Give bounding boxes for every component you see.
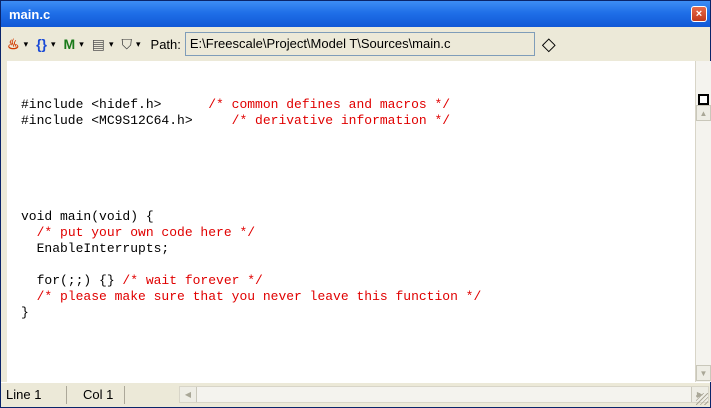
line-indicator: Line 1 bbox=[1, 386, 67, 404]
close-button[interactable]: × bbox=[691, 6, 707, 22]
editor-top-area bbox=[7, 61, 695, 86]
code-line[interactable] bbox=[21, 129, 481, 145]
chevron-down-icon[interactable]: ▾ bbox=[136, 39, 141, 50]
code-line[interactable]: #include <MC9S12C64.h> /* derivative inf… bbox=[21, 113, 481, 129]
horizontal-scrollbar[interactable]: ◀ ▶ bbox=[179, 386, 709, 403]
col-indicator: Col 1 bbox=[67, 386, 125, 404]
scroll-down-button[interactable]: ▼ bbox=[696, 365, 711, 381]
code-text: } bbox=[21, 305, 29, 320]
vertical-scrollbar[interactable]: ▲ ▼ bbox=[695, 61, 711, 382]
marker-tool-button[interactable]: M ▾ bbox=[64, 36, 84, 52]
code-comment: /* derivative information */ bbox=[231, 113, 451, 128]
flame-tool-button[interactable]: ♨ ▾ bbox=[7, 36, 28, 53]
split-box-icon[interactable] bbox=[698, 94, 709, 105]
window-title: main.c bbox=[9, 6, 51, 22]
code-line[interactable]: for(;;) {} /* wait forever */ bbox=[21, 273, 481, 289]
code-line[interactable]: /* please make sure that you never leave… bbox=[21, 289, 482, 305]
toolbar: ♨ ▾ {} ▾ M ▾ ▤ ▾ ⛉ ▾ Path: E:\Freescale\… bbox=[1, 27, 710, 61]
code-line[interactable] bbox=[21, 193, 481, 209]
resize-grip-icon[interactable] bbox=[696, 393, 708, 405]
document-tool-button[interactable]: ▤ ▾ bbox=[92, 36, 114, 53]
diamond-icon[interactable]: ◇ bbox=[542, 34, 556, 55]
path-label: Path: bbox=[150, 36, 181, 52]
flame-icon: ♨ bbox=[7, 35, 20, 52]
code-text: for(;;) {} bbox=[21, 273, 123, 288]
code-text: EnableInterrupts; bbox=[21, 241, 170, 256]
code-text: #include <hidef.h> bbox=[21, 97, 209, 112]
chevron-down-icon[interactable]: ▾ bbox=[79, 39, 84, 50]
title-bar[interactable]: main.c × bbox=[1, 1, 710, 27]
lock-tool-button[interactable]: ⛉ ▾ bbox=[122, 36, 141, 53]
code-line[interactable] bbox=[21, 257, 481, 273]
code-line[interactable] bbox=[21, 161, 481, 177]
path-field[interactable]: E:\Freescale\Project\Model T\Sources\mai… bbox=[184, 32, 535, 56]
chevron-down-icon[interactable]: ▾ bbox=[51, 39, 56, 50]
code-comment: /* wait forever */ bbox=[122, 273, 263, 288]
code-line[interactable]: /* put your own code here */ bbox=[21, 225, 481, 241]
lock-icon: ⛉ bbox=[121, 35, 133, 52]
braces-icon: {} bbox=[36, 36, 47, 52]
code-text: void main(void) { bbox=[21, 209, 154, 224]
code-line[interactable]: EnableInterrupts; bbox=[21, 241, 481, 257]
editor-window: main.c × ♨ ▾ {} ▾ M ▾ ▤ ▾ ⛉ ▾ Path: E:\F… bbox=[0, 0, 711, 408]
chevron-down-icon[interactable]: ▾ bbox=[109, 39, 114, 50]
code-comment: /* common defines and macros */ bbox=[208, 97, 451, 112]
code-text: #include <MC9S12C64.h> bbox=[21, 113, 232, 128]
code-line[interactable]: #include <hidef.h> /* common defines and… bbox=[21, 97, 481, 113]
code-comment: /* please make sure that you never leave… bbox=[36, 289, 482, 304]
braces-tool-button[interactable]: {} ▾ bbox=[36, 36, 55, 52]
code-line[interactable]: } bbox=[21, 305, 481, 321]
scroll-left-button[interactable]: ◀ bbox=[180, 387, 197, 402]
code-line[interactable] bbox=[21, 177, 481, 193]
code-line[interactable]: void main(void) { bbox=[21, 209, 481, 225]
scroll-up-button[interactable]: ▲ bbox=[696, 105, 711, 121]
document-icon: ▤ bbox=[91, 35, 105, 52]
code-comment: /* put your own code here */ bbox=[36, 225, 256, 240]
chevron-down-icon[interactable]: ▾ bbox=[24, 39, 29, 50]
status-bar: Line 1 Col 1 ◀ ▶ bbox=[1, 382, 710, 407]
code-line[interactable] bbox=[21, 145, 481, 161]
marker-icon: M bbox=[63, 36, 76, 52]
code-content[interactable]: #include <hidef.h> /* common defines and… bbox=[21, 97, 481, 321]
